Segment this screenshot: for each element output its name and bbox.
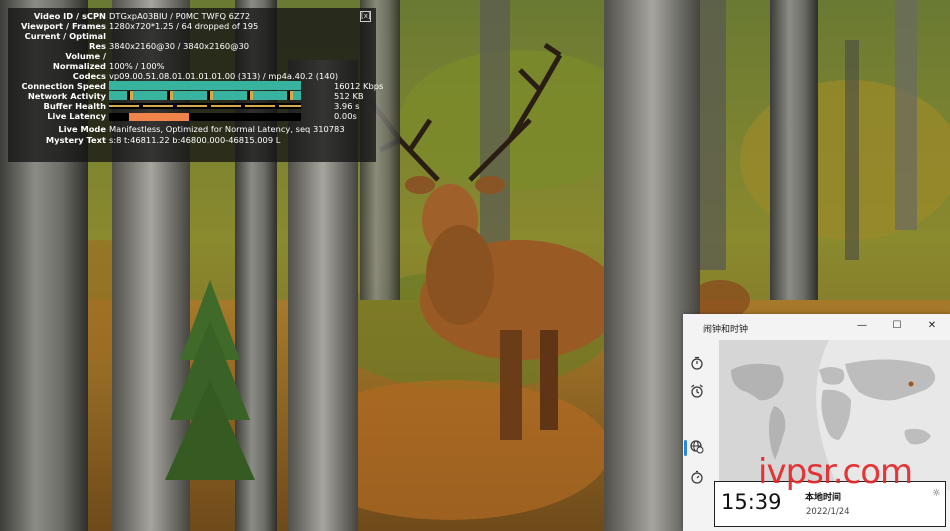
location-pin-icon <box>908 381 914 387</box>
close-button[interactable]: ✕ <box>921 317 943 335</box>
timer-icon[interactable] <box>689 356 705 372</box>
maximize-button[interactable]: ☐ <box>886 317 908 335</box>
watermark-text: ivpsr.com <box>758 452 913 492</box>
sun-icon: ☼ <box>932 488 941 499</box>
stats-row-mystery-text: Mystery Text s:8 t:46811.22 b:46800.000-… <box>8 135 376 145</box>
buffer-health-bar-fill <box>109 105 301 107</box>
stats-row-viewport: Viewport / Frames 1280x720*1.25 / 64 dro… <box>8 21 376 31</box>
stats-value: s:8 t:46811.22 b:46800.000-46815.009 L <box>109 135 281 145</box>
stats-for-nerds-panel: [x] Video ID / sCPN DTGxpA03BIU / P0MC T… <box>8 8 383 162</box>
stats-label: Res <box>89 41 106 51</box>
connection-speed-bar <box>109 81 301 90</box>
stats-label: Buffer Health <box>43 101 106 111</box>
stats-label: Viewport / Frames <box>21 21 106 31</box>
stats-value: 100% / 100% <box>109 61 165 71</box>
location-date: 2022/1/24 <box>806 507 850 517</box>
stats-label: Live Mode <box>58 124 106 134</box>
nav-rail <box>683 340 713 531</box>
stats-value: 16012 Kbps <box>334 81 384 91</box>
stats-row-buffer-health: Buffer Health 3.96 s <box>8 101 376 111</box>
stats-row-network-activity: Network Activity 512 KB <box>8 91 376 101</box>
live-latency-bar-fill <box>129 113 189 121</box>
stats-label: Normalized <box>52 61 106 71</box>
connection-speed-bar-fill <box>109 81 301 90</box>
stats-row-normalized: Normalized 100% / 100% <box>8 61 376 71</box>
stats-row-live-latency: Live Latency 0.00s <box>8 111 376 121</box>
stats-label: Live Latency <box>47 111 106 121</box>
stats-label: Codecs <box>72 71 106 81</box>
stats-row-connection-speed: Connection Speed 16012 Kbps <box>8 81 383 91</box>
stats-value: 3840x2160@30 / 3840x2160@30 <box>109 41 250 51</box>
live-latency-bar <box>109 113 301 121</box>
stats-row-video-id: Video ID / sCPN DTGxpA03BIU / P0MC TWFQ … <box>8 11 376 21</box>
selected-indicator <box>684 440 687 456</box>
stats-value: 3.96 s <box>334 101 360 111</box>
stats-value: 0.00s <box>334 111 357 121</box>
minimize-button[interactable]: — <box>851 317 873 335</box>
stats-label: Volume / <box>65 51 106 61</box>
world-clock-icon[interactable] <box>689 440 705 456</box>
stats-label: Mystery Text <box>45 135 106 145</box>
title-bar[interactable]: 闹钟和时钟 — ☐ ✕ <box>683 314 950 340</box>
stats-label: Network Activity <box>27 91 106 101</box>
stats-value: DTGxpA03BIU / P0MC TWFQ 6Z72 <box>109 11 251 21</box>
stats-row-codecs: Codecs vp09.00.51.08.01.01.01.01.00 (313… <box>8 71 376 81</box>
local-time: 15:39 <box>721 490 782 514</box>
stats-row-volume: Volume / <box>8 51 376 61</box>
stats-value: vp09.00.51.08.01.01.01.01.00 (313) / mp4… <box>109 71 339 81</box>
stats-row-current-optimal: Current / Optimal <box>8 31 376 41</box>
stats-value: Manifestless, Optimized for Normal Laten… <box>109 124 345 134</box>
stats-label: Current / Optimal <box>24 31 106 41</box>
app-title: 闹钟和时钟 <box>703 325 749 335</box>
alarm-icon[interactable] <box>689 384 705 400</box>
stats-row-res: Res 3840x2160@30 / 3840x2160@30 <box>8 41 376 51</box>
stats-row-live-mode: Live Mode Manifestless, Optimized for No… <box>8 124 376 134</box>
clock-app-window: 闹钟和时钟 — ☐ ✕ 15:39 本地时间 2022/1/24 ☼ <box>683 314 950 531</box>
stats-label: Video ID / sCPN <box>33 11 106 21</box>
stopwatch-icon[interactable] <box>689 470 705 486</box>
buffer-health-bar <box>109 103 301 109</box>
stats-value: 1280x720*1.25 / 64 dropped of 195 <box>109 21 259 31</box>
stats-value: 512 KB <box>334 91 364 101</box>
network-activity-bar <box>109 91 301 100</box>
stats-label: Connection Speed <box>21 81 106 91</box>
